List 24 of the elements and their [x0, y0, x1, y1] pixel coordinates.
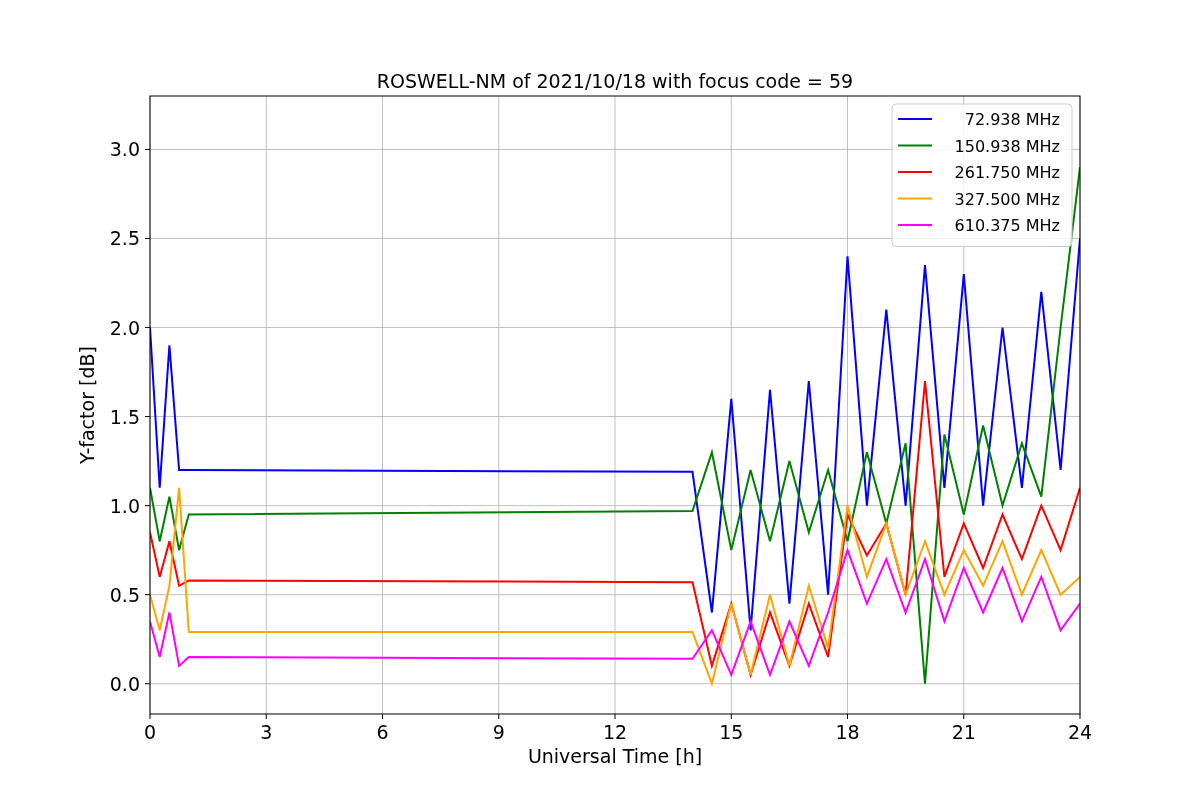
tick-label: 1.5: [109, 405, 140, 428]
tick-label: 3.0: [109, 138, 140, 161]
axis-label: Universal Time [h]: [527, 745, 703, 767]
tick-label: 9: [492, 721, 505, 743]
legend-label: 610.375 MHz: [954, 216, 1060, 235]
tick-label: 21: [951, 721, 976, 743]
legend-label: 261.750 MHz: [954, 163, 1060, 182]
tick-label: 12: [602, 721, 628, 743]
axis-label: Y-factor [dB]: [76, 346, 98, 464]
tick-label: 2.5: [109, 227, 140, 250]
tick-label: 24: [1067, 721, 1093, 743]
tick-label: 1.0: [109, 494, 140, 517]
tick-label: 2.0: [109, 316, 140, 339]
legend-label: 72.938 MHz: [964, 110, 1060, 129]
tick-label: 0: [143, 721, 157, 743]
tick-label: 0.0: [109, 672, 140, 695]
tick-label: 18: [835, 721, 860, 743]
tick-label: 0.5: [109, 583, 140, 606]
chart-title: ROSWELL-NM of 2021/10/18 with focus code = 59: [376, 70, 854, 92]
legend-label: 150.938 MHz: [954, 136, 1060, 156]
legend-label: 327.500 MHz: [954, 189, 1060, 209]
tick-label: 15: [719, 721, 744, 743]
tick-label: 3: [260, 721, 273, 743]
tick-label: 6: [376, 721, 389, 743]
